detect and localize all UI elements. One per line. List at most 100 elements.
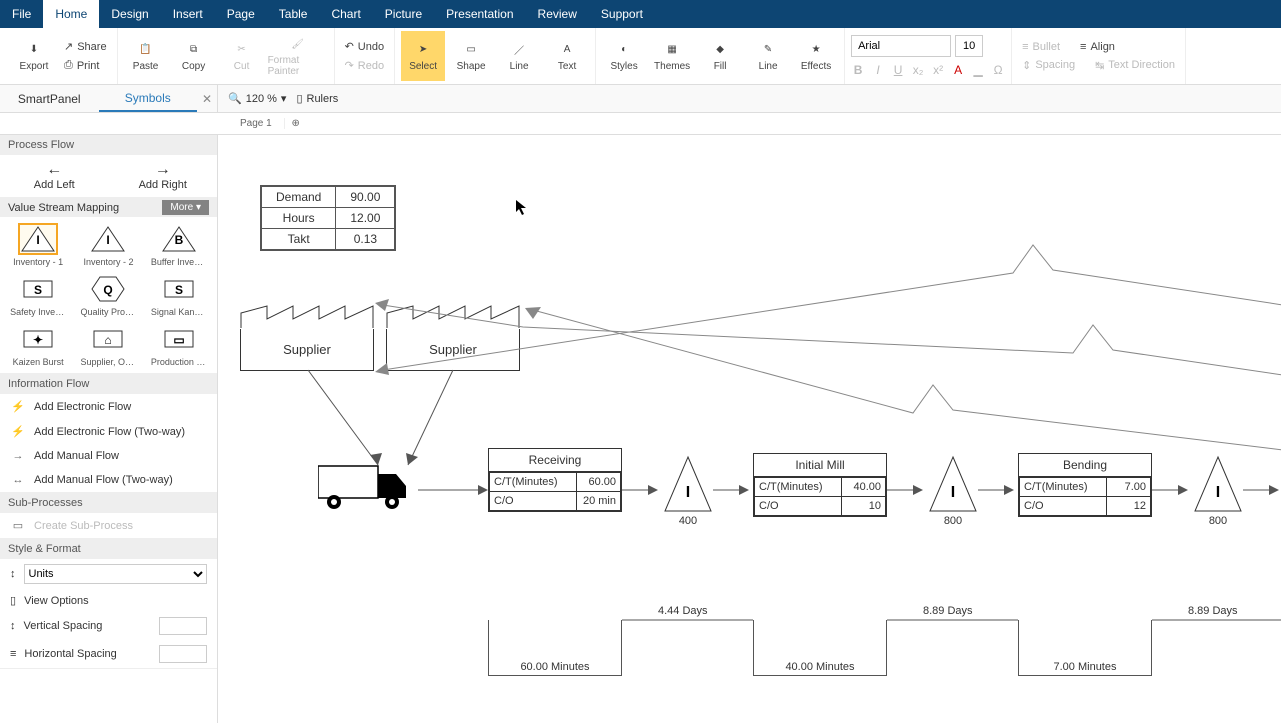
fill-button[interactable]: ◆Fill xyxy=(698,31,742,81)
symbol-inventory-1[interactable]: I Inventory - 1 xyxy=(4,221,72,269)
menu-table[interactable]: Table xyxy=(267,0,320,28)
symbol-icon: ▭ xyxy=(159,323,199,355)
text-tool[interactable]: AText xyxy=(545,31,589,81)
symbol-inventory-2[interactable]: IInventory - 2 xyxy=(74,221,142,269)
timeline-box-3[interactable]: 7.00 Minutes xyxy=(1018,620,1152,676)
print-button[interactable]: ⎙Print xyxy=(60,57,111,74)
format-painter-button[interactable]: 🖌Format Painter xyxy=(268,31,328,81)
close-panel-button[interactable]: ✕ xyxy=(197,85,217,112)
inventory-3[interactable]: I 800 xyxy=(1188,455,1248,527)
inventory-2[interactable]: I 800 xyxy=(923,455,983,527)
font-size-input[interactable] xyxy=(955,35,983,57)
symbol-buffer-inventory[interactable]: BBuffer Inventory xyxy=(145,221,213,269)
symbol-grid: I Inventory - 1 IInventory - 2BBuffer Inve… xyxy=(0,217,217,373)
effects-button[interactable]: ★Effects xyxy=(794,31,838,81)
symbol-label: Inventory - 2 xyxy=(80,257,136,267)
menu-presentation[interactable]: Presentation xyxy=(434,0,525,28)
view-icon: ▯ xyxy=(10,594,16,607)
supplier-shape-2[interactable]: Supplier xyxy=(386,305,520,371)
add-electronic-flow[interactable]: ⚡Add Electronic Flow xyxy=(0,394,217,419)
omega-button[interactable]: Ω xyxy=(991,63,1005,77)
rulers-toggle[interactable]: ▯Rulers xyxy=(296,92,338,105)
superscript-button[interactable]: x² xyxy=(931,63,945,77)
symbol-safety-inventory[interactable]: SSafety Inventory xyxy=(4,271,72,319)
canvas[interactable]: Demand90.00 Hours12.00 Takt0.13 Supplier… xyxy=(218,135,1281,723)
font-name-input[interactable] xyxy=(851,35,951,57)
add-page-button[interactable]: ⊕ xyxy=(285,118,307,129)
more-button[interactable]: More ▾ xyxy=(162,200,209,215)
text-direction-button[interactable]: ↹Text Direction xyxy=(1091,57,1179,74)
bold-button[interactable]: B xyxy=(851,63,865,77)
bending-process[interactable]: Bending C/T(Minutes)7.00 C/O12 xyxy=(1018,453,1152,517)
symbol-kaizen-burst[interactable]: ✦Kaizen Burst xyxy=(4,321,72,369)
vsm-header: Value Stream Mapping xyxy=(8,202,119,214)
symbol-label: Inventory - 1 xyxy=(10,257,66,267)
receiving-process[interactable]: Receiving C/T(Minutes)60.00 C/O20 min xyxy=(488,448,622,512)
zoom-control[interactable]: 🔍120 %▾ xyxy=(228,92,286,105)
add-manual-flow[interactable]: →Add Manual Flow xyxy=(0,444,217,468)
svg-text:I: I xyxy=(36,233,39,247)
symbol-supplier-outs-[interactable]: ⌂ Supplier, Outs... xyxy=(74,321,142,369)
font-color-button[interactable]: A xyxy=(951,63,965,77)
units-select[interactable]: Units xyxy=(24,564,208,584)
add-left-button[interactable]: ←Add Left xyxy=(0,155,109,197)
add-right-button[interactable]: →Add Right xyxy=(109,155,218,197)
share-button[interactable]: ↗Share xyxy=(60,38,111,55)
add-manual-flow-2way[interactable]: ↔Add Manual Flow (Two-way) xyxy=(0,468,217,492)
timeline-box-1[interactable]: 60.00 Minutes xyxy=(488,620,622,676)
cut-button[interactable]: ✂Cut xyxy=(220,31,264,81)
menu-file[interactable]: File xyxy=(0,0,43,28)
shape-tool[interactable]: ▭Shape xyxy=(449,31,493,81)
symbol-quality-problem[interactable]: QQuality Problem xyxy=(74,271,142,319)
symbol-label: Supplier, Outs... xyxy=(80,357,136,367)
copy-button[interactable]: ⧉Copy xyxy=(172,31,216,81)
subscript-button[interactable]: x₂ xyxy=(911,63,925,77)
align-button[interactable]: ≡Align xyxy=(1076,39,1119,55)
smartpanel-tab[interactable]: SmartPanel xyxy=(0,85,99,112)
menu-picture[interactable]: Picture xyxy=(373,0,434,28)
line-style-button[interactable]: ✎Line xyxy=(746,31,790,81)
vspacing-input[interactable] xyxy=(159,617,207,635)
styles-button[interactable]: ◐Styles xyxy=(602,31,646,81)
bullet-icon: ≡ xyxy=(1022,41,1028,53)
export-button[interactable]: ⬇Export xyxy=(12,31,56,81)
underline-button[interactable]: U xyxy=(891,63,905,77)
initial-mill-process[interactable]: Initial Mill C/T(Minutes)40.00 C/O10 xyxy=(753,453,887,517)
cursor-icon: ➤ xyxy=(414,41,432,59)
bullet-button[interactable]: ≡Bullet xyxy=(1018,39,1064,55)
page-tab-1[interactable]: Page 1 xyxy=(228,118,285,129)
undo-button[interactable]: ↶Undo xyxy=(341,38,389,55)
menu-page[interactable]: Page xyxy=(215,0,267,28)
brush-icon: 🖌 xyxy=(289,35,307,53)
inventory-1[interactable]: I 400 xyxy=(658,455,718,527)
themes-button[interactable]: ▦Themes xyxy=(650,31,694,81)
data-box[interactable]: Demand90.00 Hours12.00 Takt0.13 xyxy=(260,185,396,251)
symbol-icon: ✦ xyxy=(18,323,58,355)
timeline-box-2[interactable]: 40.00 Minutes xyxy=(753,620,887,676)
select-tool[interactable]: ➤Select xyxy=(401,31,445,81)
svg-text:⌂: ⌂ xyxy=(105,333,112,347)
menu-support[interactable]: Support xyxy=(589,0,655,28)
supplier-shape-1[interactable]: Supplier xyxy=(240,305,374,371)
menu-design[interactable]: Design xyxy=(99,0,160,28)
svg-text:S: S xyxy=(175,283,183,297)
highlight-button[interactable]: ▁ xyxy=(971,63,985,77)
menu-review[interactable]: Review xyxy=(526,0,589,28)
redo-button[interactable]: ↷Redo xyxy=(341,57,389,74)
spacing-button[interactable]: ⇕Spacing xyxy=(1018,57,1079,74)
italic-button[interactable]: I xyxy=(871,63,885,77)
add-electronic-flow-2way[interactable]: ⚡Add Electronic Flow (Two-way) xyxy=(0,419,217,444)
effects-icon: ★ xyxy=(807,41,825,59)
hspacing-input[interactable] xyxy=(159,645,207,663)
line-tool[interactable]: ／Line xyxy=(497,31,541,81)
menu-home[interactable]: Home xyxy=(43,0,99,28)
symbol-signal-kanban[interactable]: SSignal Kanban xyxy=(145,271,213,319)
search-icon: 🔍 xyxy=(228,92,242,105)
menu-chart[interactable]: Chart xyxy=(319,0,372,28)
paste-button[interactable]: 📋Paste xyxy=(124,31,168,81)
view-options[interactable]: ▯View Options xyxy=(0,589,217,612)
truck-shape[interactable] xyxy=(318,460,428,510)
menu-insert[interactable]: Insert xyxy=(161,0,215,28)
symbols-tab[interactable]: Symbols xyxy=(99,85,198,112)
symbol-production-co-[interactable]: ▭Production Co... xyxy=(145,321,213,369)
